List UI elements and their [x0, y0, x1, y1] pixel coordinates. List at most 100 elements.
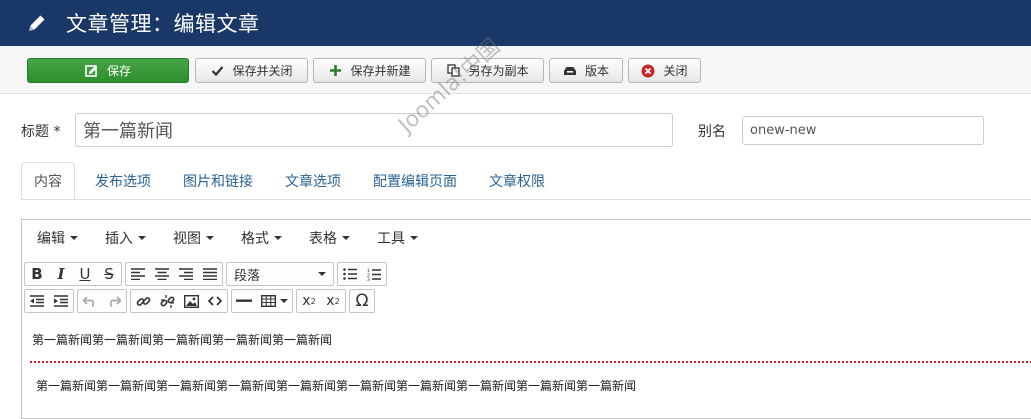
bold-icon[interactable]: B	[25, 263, 49, 285]
menu-table[interactable]: 表格	[300, 228, 359, 248]
indent-group	[24, 289, 74, 313]
edit-icon	[85, 64, 99, 78]
outdent-icon[interactable]	[25, 290, 49, 312]
script-group: x2 x2	[296, 289, 346, 313]
editor-menubar: 编辑 插入 视图 格式 表格 工具	[22, 220, 1031, 256]
align-left-icon[interactable]	[126, 263, 150, 285]
archive-icon	[563, 64, 577, 78]
tab-bar: 内容 发布选项 图片和链接 文章选项 配置编辑页面 文章权限	[21, 162, 565, 200]
block-format-value: 段落	[234, 268, 261, 284]
save-copy-button[interactable]: 另存为副本	[431, 58, 544, 83]
title-label: 标题 *	[21, 124, 61, 140]
caret-down-icon	[410, 236, 418, 240]
versions-button[interactable]: 版本	[549, 58, 623, 83]
redo-icon[interactable]	[102, 290, 126, 312]
strikethrough-icon[interactable]: S	[97, 263, 121, 285]
history-group	[77, 289, 127, 313]
save-copy-label: 另存为副本	[468, 64, 529, 78]
indent-icon[interactable]	[49, 290, 73, 312]
page-title: 文章管理：编辑文章	[66, 12, 260, 36]
menu-insert-label: 插入	[105, 231, 133, 247]
editor-toolbar-row-1: B I U S 段落 123	[24, 261, 390, 287]
underline-icon[interactable]: U	[73, 263, 97, 285]
save-new-button[interactable]: 保存并新建	[313, 58, 426, 83]
menu-edit-label: 编辑	[37, 231, 65, 247]
align-right-icon[interactable]	[174, 263, 198, 285]
save-close-label: 保存并关闭	[232, 64, 293, 78]
page-break-divider	[30, 361, 1031, 363]
tabs-divider	[21, 199, 1031, 200]
versions-label: 版本	[584, 64, 609, 78]
tab-editor-config[interactable]: 配置编辑页面	[361, 162, 469, 200]
plus-icon	[328, 64, 342, 78]
align-justify-icon[interactable]	[198, 263, 222, 285]
menu-format-label: 格式	[241, 231, 269, 247]
close-button[interactable]: 关闭	[628, 58, 701, 83]
close-circle-icon	[641, 64, 655, 78]
menu-format[interactable]: 格式	[232, 228, 291, 248]
horizontal-rule-icon[interactable]	[232, 290, 256, 312]
svg-text:3: 3	[367, 277, 370, 281]
close-label: 关闭	[663, 64, 688, 78]
list-group: 123	[337, 262, 387, 286]
pencil-icon	[24, 10, 50, 36]
caret-down-icon	[70, 236, 78, 240]
tab-content[interactable]: 内容	[21, 162, 75, 200]
table-icon[interactable]	[256, 290, 292, 312]
tab-publishing[interactable]: 发布选项	[83, 162, 163, 200]
title-input-value: 第一篇新闻	[83, 121, 173, 142]
menu-view[interactable]: 视图	[164, 228, 223, 248]
tab-images-links[interactable]: 图片和链接	[171, 162, 265, 200]
superscript-icon[interactable]: x2	[321, 290, 345, 312]
menu-view-label: 视图	[173, 231, 201, 247]
text-style-group: B I U S	[24, 262, 122, 286]
numbered-list-icon[interactable]: 123	[362, 263, 386, 285]
caret-down-icon	[279, 299, 288, 303]
align-group	[125, 262, 223, 286]
tab-permissions[interactable]: 文章权限	[477, 162, 557, 200]
caret-down-icon	[206, 236, 214, 240]
menu-tools-label: 工具	[377, 231, 405, 247]
alias-input[interactable]: onew-new	[742, 116, 984, 145]
insert-group	[130, 289, 228, 313]
subscript-icon[interactable]: x2	[297, 290, 321, 312]
align-center-icon[interactable]	[150, 263, 174, 285]
caret-down-icon	[138, 236, 146, 240]
caret-down-icon	[318, 272, 326, 276]
undo-icon[interactable]	[78, 290, 102, 312]
editor-content-area[interactable]: 第一篇新闻第一篇新闻第一篇新闻第一篇新闻第一篇新闻 第一篇新闻第一篇新闻第一篇新…	[22, 318, 1031, 418]
save-button[interactable]: 保存	[27, 58, 189, 83]
menu-insert[interactable]: 插入	[96, 228, 155, 248]
caret-down-icon	[342, 236, 350, 240]
page-header: 文章管理：编辑文章	[0, 0, 1031, 46]
alias-input-value: onew-new	[750, 123, 817, 138]
editor-toolbar-row-2: x2 x2 Ω	[24, 288, 378, 314]
save-close-button[interactable]: 保存并关闭	[195, 58, 308, 83]
block-format-select[interactable]: 段落	[227, 263, 333, 285]
content-paragraph-2: 第一篇新闻第一篇新闻第一篇新闻第一篇新闻第一篇新闻第一篇新闻第一篇新闻第一篇新闻…	[36, 379, 637, 393]
link-icon[interactable]	[131, 290, 155, 312]
save-new-label: 保存并新建	[350, 64, 411, 78]
unlink-icon[interactable]	[155, 290, 179, 312]
bullet-list-icon[interactable]	[338, 263, 362, 285]
caret-down-icon	[274, 236, 282, 240]
rich-text-editor: 编辑 插入 视图 格式 表格 工具 B I U S 段落 123 x 2 x 2…	[21, 219, 1031, 419]
copy-icon	[446, 64, 460, 78]
code-icon[interactable]	[203, 290, 227, 312]
tab-article-options[interactable]: 文章选项	[273, 162, 353, 200]
menu-edit[interactable]: 编辑	[28, 228, 87, 248]
save-label: 保存	[106, 64, 131, 78]
alias-label: 别名	[698, 124, 726, 140]
menu-table-label: 表格	[309, 231, 337, 247]
content-paragraph-1: 第一篇新闻第一篇新闻第一篇新闻第一篇新闻第一篇新闻	[32, 333, 333, 347]
menu-tools[interactable]: 工具	[368, 228, 427, 248]
omega-icon[interactable]: Ω	[350, 290, 374, 312]
check-icon	[210, 64, 224, 78]
hr-table-group	[231, 289, 293, 313]
italic-icon[interactable]: I	[49, 263, 73, 285]
special-char-group: Ω	[349, 289, 375, 313]
format-select-group: 段落	[226, 262, 334, 286]
image-icon[interactable]	[179, 290, 203, 312]
title-input[interactable]: 第一篇新闻	[75, 113, 673, 147]
action-toolbar: 保存 保存并关闭 保存并新建 另存为副本 版本 关闭	[0, 46, 1031, 94]
